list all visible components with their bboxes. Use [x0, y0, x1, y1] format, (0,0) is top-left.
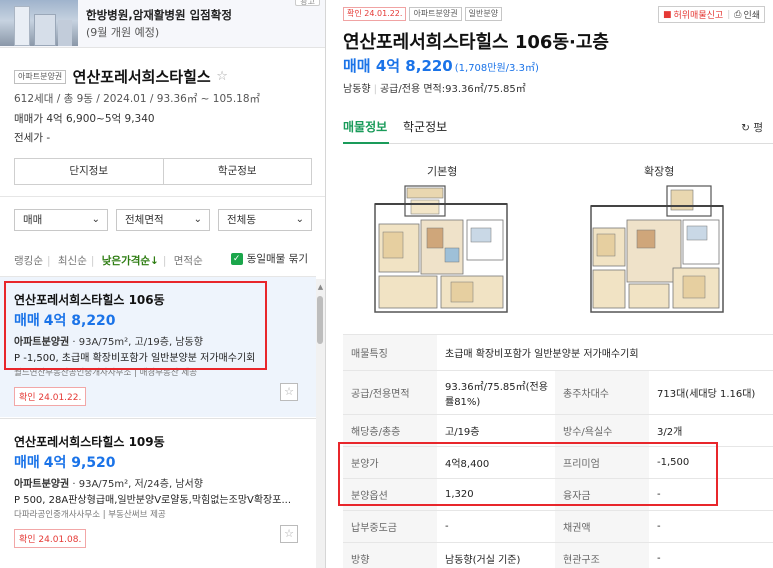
area-select[interactable]: 전체면적 ⌄ [116, 209, 210, 231]
detail-title: 연산포레서희스타힐스 106동·고층 [343, 32, 609, 53]
checkbox-label: 동일매물 묶기 [246, 253, 308, 265]
chevron-down-icon: ⌄ [193, 214, 202, 225]
select-value: 매매 [23, 214, 43, 226]
sort-latest[interactable]: 최신순 [58, 255, 87, 267]
trade-type-select[interactable]: 매매 ⌄ [14, 209, 108, 231]
table-row: 공급/전용면적 93.36㎡/75.85㎡(전용률81%) 총주차대수 713대… [343, 370, 773, 414]
banner-image [0, 0, 78, 46]
row-value: - [657, 521, 661, 532]
print-icon: ⎙ [734, 9, 742, 20]
row-value: - [657, 553, 661, 564]
report-button[interactable]: ■ 허위매물신고 | ⎙ 인쇄 [657, 6, 765, 23]
sort-area[interactable]: 면적순 [174, 255, 203, 267]
listing-panel: 한방병원,암재활병원 입점확정 (9월 개원 예정) 광고 아파트분양권 연산포… [0, 0, 326, 568]
chevron-down-icon: ⌄ [91, 214, 100, 225]
favorite-star-icon[interactable]: ☆ [216, 69, 228, 84]
tab-school-info[interactable]: 학군정보 [403, 118, 447, 135]
sort-ranking[interactable]: 랭킹순 [14, 255, 43, 267]
row-label: 방향 [343, 543, 437, 568]
row-label: 총주차대수 [555, 371, 649, 414]
listing-description: P 500, 28A판상형급매,일반분양V로얄동,막힘없는조망V확장포... [14, 495, 291, 506]
row-value: 713대(세대당 1.16대) [657, 389, 756, 400]
row-label: 납부중도금 [343, 511, 437, 542]
select-value: 전체동 [227, 214, 256, 226]
highlight-box [4, 281, 267, 370]
tab-listing-info[interactable]: 매물정보 [343, 118, 390, 144]
table-row: 매물특징 초급매 확장비포함가 일반분양분 저가매수기회 [343, 334, 773, 370]
detail-actions: ■ 허위매물신고 | ⎙ 인쇄 [657, 6, 765, 23]
listing-item[interactable]: 연산포레서희스타힐스 109동 매매 4억 9,520 아파트분양권 · 93A/… [0, 418, 316, 558]
group-same-listing-checkbox[interactable]: ✓ 동일매물 묶기 [230, 251, 308, 266]
check-icon: ✓ [230, 252, 243, 265]
scroll-thumb[interactable] [317, 296, 323, 344]
row-value: 남동향(거실 기준) [445, 555, 521, 566]
banner-ad-badge: 광고 [295, 0, 320, 6]
complex-jeonse-price: 전세가 - [14, 132, 51, 144]
complex-header: 아파트분양권 연산포레서희스타힐스 ☆ [14, 66, 314, 87]
complex-name[interactable]: 연산포레서희스타힐스 [73, 68, 211, 86]
floor-plan-basic-image[interactable] [371, 184, 511, 316]
detail-price: 매매 4억 8,220 (1,708만원/3.3㎡) [343, 57, 539, 75]
print-button[interactable]: 인쇄 [743, 11, 760, 21]
complex-sale-price: 매매가 4억 6,900~5억 9,340 [14, 113, 155, 125]
filter-bar: 매매 ⌄ 전체면적 ⌄ 전체동 ⌄ [14, 209, 312, 231]
building-select[interactable]: 전체동 ⌄ [218, 209, 312, 231]
row-label: 매물특징 [343, 335, 437, 370]
banner-subtitle: (9월 개원 예정) [86, 26, 160, 39]
scroll-up-icon[interactable]: ▲ [317, 283, 324, 291]
confirm-badge: 확인 24.01.08. [14, 529, 87, 548]
row-label: 현관구조 [555, 543, 649, 568]
unit-toggle-button[interactable]: ↻ 평 [741, 120, 763, 135]
row-value: - [445, 521, 449, 532]
favorite-star-icon[interactable]: ☆ [280, 383, 298, 401]
confirm-tag: 확인 24.01.22. [343, 7, 407, 21]
confirm-badge: 확인 24.01.22. [14, 387, 87, 406]
ad-banner[interactable]: 한방병원,암재활병원 입점확정 (9월 개원 예정) 광고 [0, 0, 325, 48]
row-label: 공급/전용면적 [343, 371, 437, 414]
tab-complex-info[interactable]: 단지정보 [15, 159, 163, 184]
sort-low-price[interactable]: 낮은가격순↓ [102, 255, 159, 267]
complex-tabs: 단지정보 학군정보 [14, 158, 312, 185]
listing-name: 연산포레서희스타힐스 109동 [14, 435, 165, 449]
row-value: 93.36㎡/75.85㎡(전용률81%) [445, 381, 548, 408]
detail-tags: 확인 24.01.22. 아파트분양권 일반분양 [343, 7, 503, 21]
detail-meta: 남동향 | 공급/전용 면적:93.36㎡/75.85㎡ [343, 84, 526, 95]
listing-price: 매매 4억 9,520 [14, 455, 116, 471]
listing-spec: 아파트분양권 · 93A/75m², 저/24층, 남서향 [14, 479, 203, 490]
refresh-icon: ↻ [741, 122, 750, 134]
plan-label-extended: 확장형 [644, 165, 675, 178]
divider [0, 196, 325, 197]
complex-type-tag: 아파트분양권 [14, 69, 67, 84]
listing-agent: 다파라공인중개사사무소 | 부동산써브 제공 [14, 510, 166, 520]
type-tag: 아파트분양권 [409, 7, 462, 21]
row-value: 초급매 확장비포함가 일반분양분 저가매수기회 [445, 349, 639, 360]
detail-tabs: 매물정보 학군정보 [343, 118, 773, 144]
favorite-star-icon[interactable]: ☆ [280, 525, 298, 543]
plan-label-basic: 기본형 [427, 165, 458, 178]
row-label: 채권액 [555, 511, 649, 542]
sort-bar: 랭킹순 | 최신순 | 낮은가격순↓ | 면적순 ✓ 동일매물 묶기 [14, 251, 308, 267]
siren-icon: ■ [662, 9, 672, 20]
select-value: 전체면적 [125, 214, 164, 226]
table-row: 납부중도금 - 채권액 - [343, 510, 773, 542]
floor-plan-extended-image[interactable] [587, 184, 727, 316]
table-row: 방향 남동향(거실 기준) 현관구조 - [343, 542, 773, 568]
highlight-box [338, 442, 718, 506]
sale-type-tag: 일반분양 [464, 7, 503, 21]
tab-school-info[interactable]: 학군정보 [162, 159, 312, 184]
banner-title: 한방병원,암재활병원 입점확정 [86, 8, 232, 22]
complex-info: 612세대 / 총 9동 / 2024.01 / 93.36㎡ ~ 105.18… [14, 93, 261, 105]
chevron-down-icon: ⌄ [295, 214, 304, 225]
